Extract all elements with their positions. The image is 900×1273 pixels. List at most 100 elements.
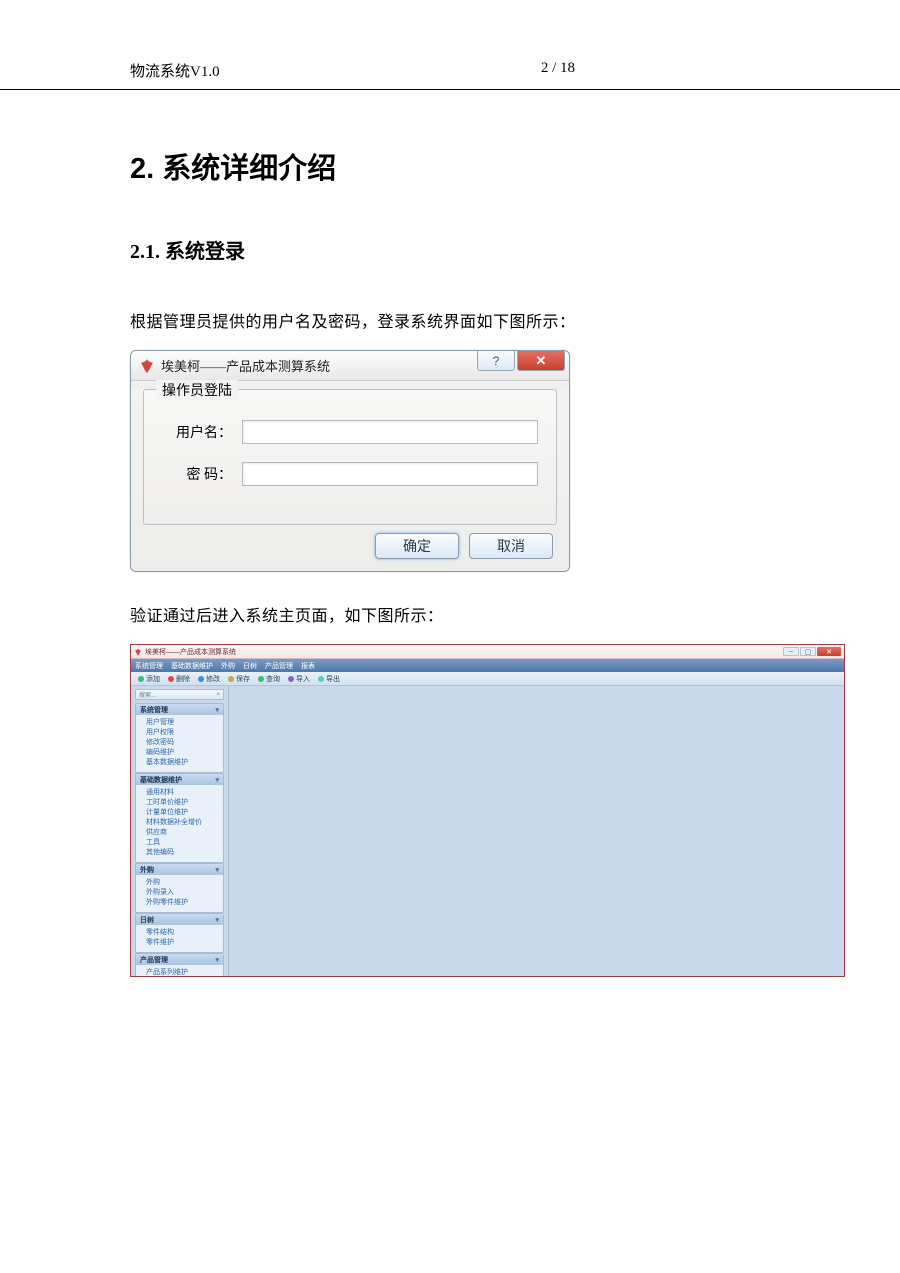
close-button[interactable]: ✕	[517, 351, 565, 371]
toolbar-icon	[228, 676, 234, 682]
chevron-down-icon: ▾	[215, 916, 219, 924]
menu-item[interactable]: 日树	[243, 661, 257, 671]
sidebar-panel: 系统管理▾用户管理用户权限修改密码编码维护基本数据维护	[135, 703, 224, 773]
search-close-icon[interactable]: ×	[216, 692, 220, 698]
sidebar: 搜索… × 系统管理▾用户管理用户权限修改密码编码维护基本数据维护基础数据维护▾…	[131, 686, 228, 976]
header-doc-title: 物流系统V1.0	[130, 60, 541, 81]
login-fieldset: 操作员登陆 用户名： 密 码：	[143, 389, 557, 525]
sidebar-item[interactable]: 外购	[146, 878, 223, 888]
menu-item[interactable]: 外购	[221, 661, 235, 671]
panel-header[interactable]: 基础数据维护 ▾	[136, 774, 223, 785]
app-titlebar: 埃美柯——产品成本测算系统 – ▢ ✕	[131, 645, 844, 659]
app-window-title: 埃美柯——产品成本测算系统	[145, 647, 783, 657]
sidebar-item[interactable]: 编码维护	[146, 748, 223, 758]
chevron-down-icon: ▾	[215, 866, 219, 874]
header-page-number: 2 / 18	[541, 60, 770, 81]
sidebar-item[interactable]: 产品系列维护	[146, 968, 223, 976]
app-logo-icon	[134, 648, 142, 656]
sidebar-item[interactable]: 用户管理	[146, 718, 223, 728]
username-label: 用户名：	[162, 422, 242, 442]
sidebar-item[interactable]: 用户权限	[146, 728, 223, 738]
login-window-title: 埃美柯——产品成本测算系统	[161, 356, 477, 375]
toolbar-icon	[288, 676, 294, 682]
sidebar-item[interactable]: 计量单位维护	[146, 808, 223, 818]
login-dialog: 埃美柯——产品成本测算系统 ? ✕ 操作员登陆 用户名： 密 码： 确定	[130, 350, 570, 572]
section-heading: 2. 系统详细介绍	[130, 145, 770, 187]
username-input[interactable]	[242, 420, 538, 444]
panel-title: 基础数据维护	[140, 775, 182, 785]
menu-item[interactable]: 基础数据维护	[171, 661, 213, 671]
panel-body: 产品系列维护产品维护BOM	[136, 965, 223, 976]
sidebar-item[interactable]: 工时单价维护	[146, 798, 223, 808]
intro-paragraph-1: 根据管理员提供的用户名及密码，登录系统界面如下图所示：	[130, 308, 770, 332]
panel-header[interactable]: 系统管理 ▾	[136, 704, 223, 715]
sidebar-item[interactable]: 其他编码	[146, 848, 223, 858]
app-toolbar: 添加 删除修改 保存 查询导入 导出	[131, 672, 844, 686]
panel-title: 外购	[140, 865, 154, 875]
sidebar-item[interactable]: 外购录入	[146, 888, 223, 898]
ok-button[interactable]: 确定	[375, 533, 459, 559]
menu-item[interactable]: 报表	[301, 661, 315, 671]
toolbar-icon	[138, 676, 144, 682]
app-logo-icon	[139, 358, 155, 374]
sidebar-item[interactable]: 供应商	[146, 828, 223, 838]
panel-header[interactable]: 外购 ▾	[136, 864, 223, 875]
search-placeholder: 搜索…	[139, 690, 157, 699]
sidebar-panel: 外购▾外购外购录入外购零件维护	[135, 863, 224, 913]
toolbar-item[interactable]: 添加	[135, 674, 163, 684]
sidebar-item[interactable]: 零件维护	[146, 938, 223, 948]
toolbar-item[interactable]: 导出	[315, 674, 343, 684]
toolbar-icon	[168, 676, 174, 682]
toolbar-label: 查询	[266, 674, 280, 684]
toolbar-label: 保存	[236, 674, 250, 684]
toolbar-item[interactable]: 保存	[225, 674, 253, 684]
toolbar-icon	[198, 676, 204, 682]
chevron-down-icon: ▾	[215, 706, 219, 714]
panel-title: 系统管理	[140, 705, 168, 715]
panel-body: 外购外购录入外购零件维护	[136, 875, 223, 912]
panel-header[interactable]: 产品管理 ▾	[136, 954, 223, 965]
toolbar-item[interactable]: 导入	[285, 674, 313, 684]
toolbar-item[interactable]: 删除	[165, 674, 193, 684]
toolbar-label: 导出	[326, 674, 340, 684]
sidebar-item[interactable]: 工具	[146, 838, 223, 848]
help-button[interactable]: ?	[477, 351, 515, 371]
panel-body: 通用材料工时单价维护计量单位维护材料数据补全增价供应商工具其他编码	[136, 785, 223, 862]
toolbar-icon	[318, 676, 324, 682]
toolbar-item[interactable]: 修改	[195, 674, 223, 684]
sidebar-item[interactable]: 基本数据维护	[146, 758, 223, 768]
panel-title: 日树	[140, 915, 154, 925]
subsection-heading: 2.1. 系统登录	[130, 235, 770, 264]
chevron-down-icon: ▾	[215, 956, 219, 964]
sidebar-panel: 产品管理 ▾产品系列维护产品维护BOM	[135, 953, 224, 976]
sidebar-item[interactable]: 材料数据补全增价	[146, 818, 223, 828]
panel-body: 用户管理用户权限修改密码编码维护基本数据维护	[136, 715, 223, 772]
toolbar-item[interactable]: 查询	[255, 674, 283, 684]
sidebar-panel: 基础数据维护▾通用材料工时单价维护计量单位维护材料数据补全增价供应商工具其他编码	[135, 773, 224, 863]
panel-body: 零件结构零件维护	[136, 925, 223, 952]
sidebar-search[interactable]: 搜索… ×	[135, 689, 224, 700]
main-content-area	[228, 686, 844, 976]
sidebar-item[interactable]: 外购零件维护	[146, 898, 223, 908]
intro-paragraph-2: 验证通过后进入系统主页面，如下图所示：	[130, 602, 770, 626]
login-titlebar: 埃美柯——产品成本测算系统 ? ✕	[131, 351, 569, 381]
close-button[interactable]: ✕	[817, 647, 841, 656]
chevron-down-icon: ▾	[215, 776, 219, 784]
sidebar-item[interactable]: 通用材料	[146, 788, 223, 798]
main-app-window: 埃美柯——产品成本测算系统 – ▢ ✕ 系统管理基础数据维护外购日树产品管理报表…	[130, 644, 845, 977]
toolbar-label: 删除	[176, 674, 190, 684]
cancel-button[interactable]: 取消	[469, 533, 553, 559]
menu-item[interactable]: 系统管理	[135, 661, 163, 671]
panel-header[interactable]: 日树 ▾	[136, 914, 223, 925]
panel-title: 产品管理	[140, 955, 168, 965]
sidebar-item[interactable]: 修改密码	[146, 738, 223, 748]
password-input[interactable]	[242, 462, 538, 486]
toolbar-label: 添加	[146, 674, 160, 684]
sidebar-panel: 日树▾零件结构零件维护	[135, 913, 224, 953]
sidebar-item[interactable]: 零件结构	[146, 928, 223, 938]
password-label: 密 码：	[162, 464, 242, 484]
menu-item[interactable]: 产品管理	[265, 661, 293, 671]
maximize-button[interactable]: ▢	[800, 647, 816, 656]
minimize-button[interactable]: –	[783, 647, 799, 656]
fieldset-legend: 操作员登陆	[156, 380, 238, 400]
